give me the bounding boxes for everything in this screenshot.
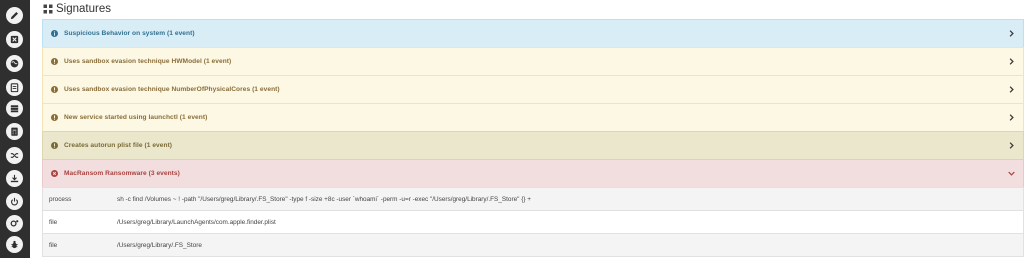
power-icon[interactable] — [6, 193, 23, 210]
signature-row-suspicious-behavior[interactable]: Suspicious Behavior on system (1 event) — [42, 19, 1024, 47]
signature-row-physical-cores[interactable]: Uses sandbox evasion technique NumberOfP… — [42, 75, 1024, 103]
table-row: file /Users/greg/Library/LaunchAgents/co… — [42, 210, 1024, 234]
signature-row-macransom[interactable]: MacRansom Ransomware (3 events) — [42, 159, 1024, 187]
section-title-text: Signatures — [56, 3, 111, 15]
chevron-down-icon[interactable] — [1008, 170, 1015, 177]
signature-row-autorun-plist[interactable]: Creates autorun plist file (1 event) — [42, 131, 1024, 159]
detail-value: /Users/greg/Library/.FS_Store — [117, 233, 1024, 257]
detail-value: sh -c find /Volumes ~ ! -path "/Users/gr… — [117, 187, 1024, 211]
signature-row-launchctl[interactable]: New service started using launchctl (1 e… — [42, 103, 1024, 131]
chevron-right-icon[interactable] — [1008, 142, 1015, 149]
bug-icon[interactable] — [6, 236, 23, 253]
signatures-panel: Signatures Suspicious Behavior on system… — [42, 0, 1024, 258]
table-row: file /Users/greg/Library/.FS_Store — [42, 233, 1024, 257]
error-icon — [51, 170, 58, 177]
chevron-right-icon[interactable] — [1008, 86, 1015, 93]
grid-icon — [43, 4, 53, 14]
warning-icon — [51, 86, 58, 93]
sidebar — [0, 0, 30, 258]
download-icon[interactable] — [6, 170, 23, 187]
warning-icon — [51, 58, 58, 65]
signature-label: New service started using launchctl (1 e… — [64, 114, 208, 121]
globe-icon[interactable] — [6, 55, 23, 72]
signature-label: Uses sandbox evasion technique HWModel (… — [64, 58, 232, 65]
signature-list: Suspicious Behavior on system (1 event) … — [42, 19, 1024, 257]
detail-value: /Users/greg/Library/LaunchAgents/com.app… — [117, 210, 1024, 234]
signature-label: Creates autorun plist file (1 event) — [64, 142, 173, 149]
calculator-icon[interactable] — [6, 123, 23, 140]
signature-label: Suspicious Behavior on system (1 event) — [64, 30, 195, 37]
detail-key: file — [42, 210, 117, 234]
pencil-icon[interactable] — [6, 7, 23, 24]
info-icon — [51, 30, 58, 37]
section-title: Signatures — [43, 2, 111, 16]
chevron-right-icon[interactable] — [1008, 114, 1015, 121]
settings-icon[interactable] — [6, 215, 23, 232]
warning-icon — [51, 114, 58, 121]
shuffle-icon[interactable] — [6, 147, 23, 164]
document-icon[interactable] — [6, 31, 23, 48]
detail-key: file — [42, 233, 117, 257]
signature-row-hwmodel[interactable]: Uses sandbox evasion technique HWModel (… — [42, 47, 1024, 75]
warning-icon — [51, 142, 58, 149]
table-row: process sh -c find /Volumes ~ ! -path "/… — [42, 187, 1024, 211]
signature-label: Uses sandbox evasion technique NumberOfP… — [64, 86, 280, 93]
signature-label: MacRansom Ransomware (3 events) — [64, 170, 180, 177]
detail-key: process — [42, 187, 117, 211]
server-icon[interactable] — [6, 100, 23, 117]
chevron-right-icon[interactable] — [1008, 58, 1015, 65]
chevron-right-icon[interactable] — [1008, 30, 1015, 37]
signature-detail-table: process sh -c find /Volumes ~ ! -path "/… — [42, 187, 1024, 257]
clipboard-icon[interactable] — [6, 79, 23, 96]
